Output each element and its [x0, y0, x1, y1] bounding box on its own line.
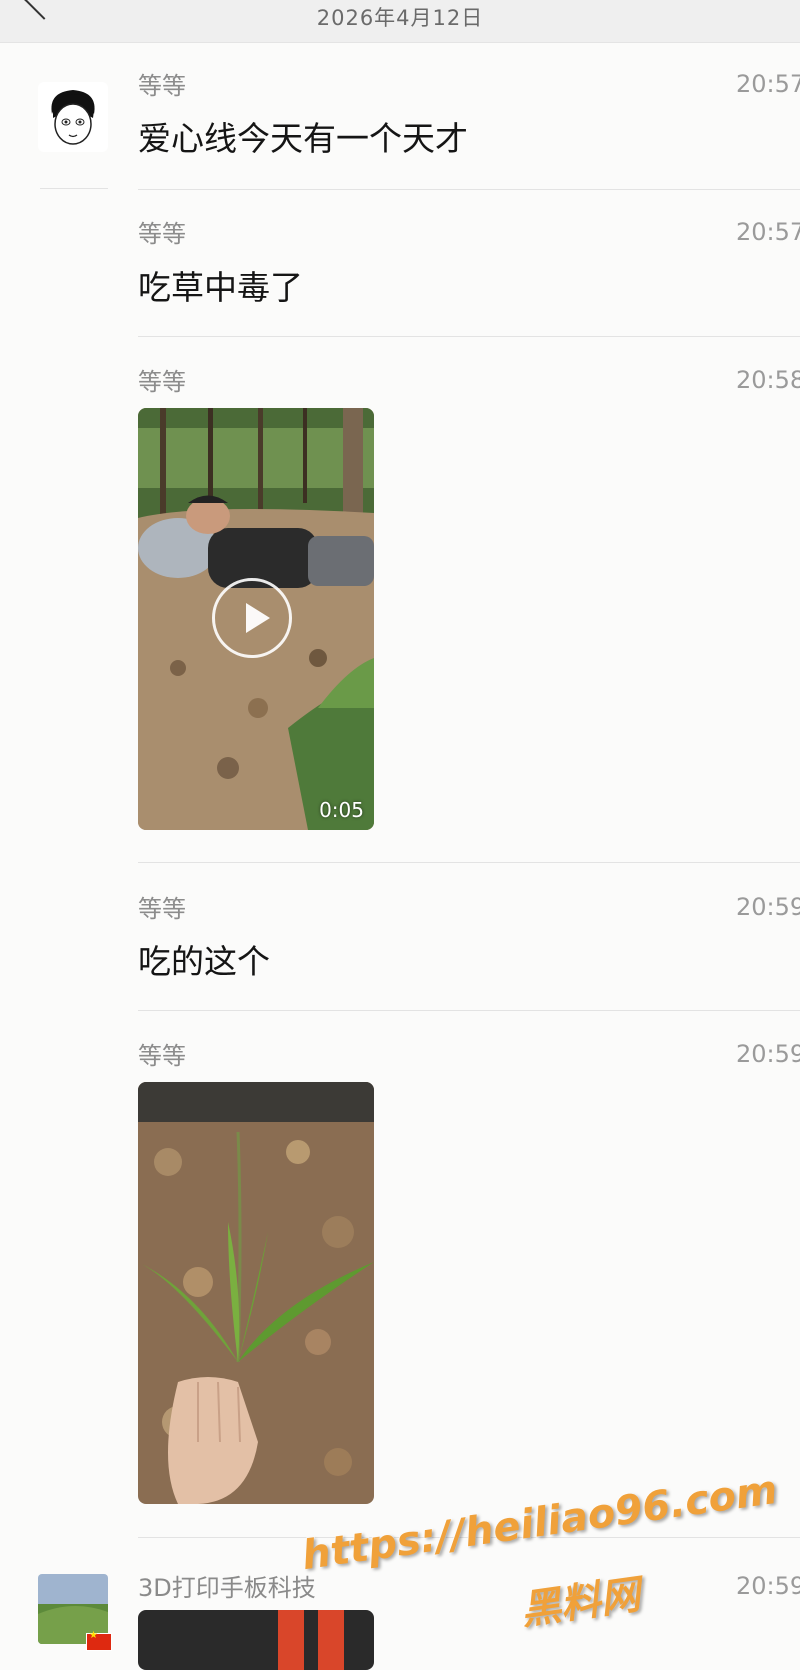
message-time: 20:59 [736, 893, 800, 921]
sender-name: 等等 [138, 368, 186, 396]
message-time: 20:59 [736, 1040, 800, 1068]
message-time: 20:59 [736, 1572, 800, 1600]
video-duration: 0:05 [319, 798, 364, 822]
media-thumbnail[interactable] [138, 1610, 374, 1670]
divider [138, 862, 800, 863]
message-time: 20:57 [736, 218, 800, 246]
message-text[interactable]: 吃草中毒了 [138, 261, 303, 309]
date-label: 2026年4月12日 [316, 6, 484, 30]
sender-name: 3D打印手板科技 [138, 1574, 316, 1602]
avatar-divider [40, 188, 108, 189]
message-time: 20:58 [736, 366, 800, 394]
watermark-name: 黑料网 [517, 1571, 644, 1635]
video-thumbnail[interactable]: 0:05 [138, 408, 374, 830]
divider [138, 336, 800, 337]
divider [138, 1010, 800, 1011]
sender-name: 等等 [138, 895, 186, 923]
message-text[interactable]: 爱心线今天有一个天才 [138, 112, 468, 160]
sender-name: 等等 [138, 1042, 186, 1070]
media-thumbnail[interactable] [138, 1082, 374, 1504]
chat-header: 2026年4月12日 [0, 0, 800, 43]
flag-icon [86, 1630, 112, 1651]
avatar[interactable] [38, 82, 108, 152]
message-time: 20:57 [736, 70, 800, 98]
play-icon[interactable] [212, 578, 292, 658]
sender-name: 等等 [138, 72, 186, 100]
divider [138, 189, 800, 190]
sender-name: 等等 [138, 220, 186, 248]
message-text[interactable]: 吃的这个 [138, 935, 270, 983]
